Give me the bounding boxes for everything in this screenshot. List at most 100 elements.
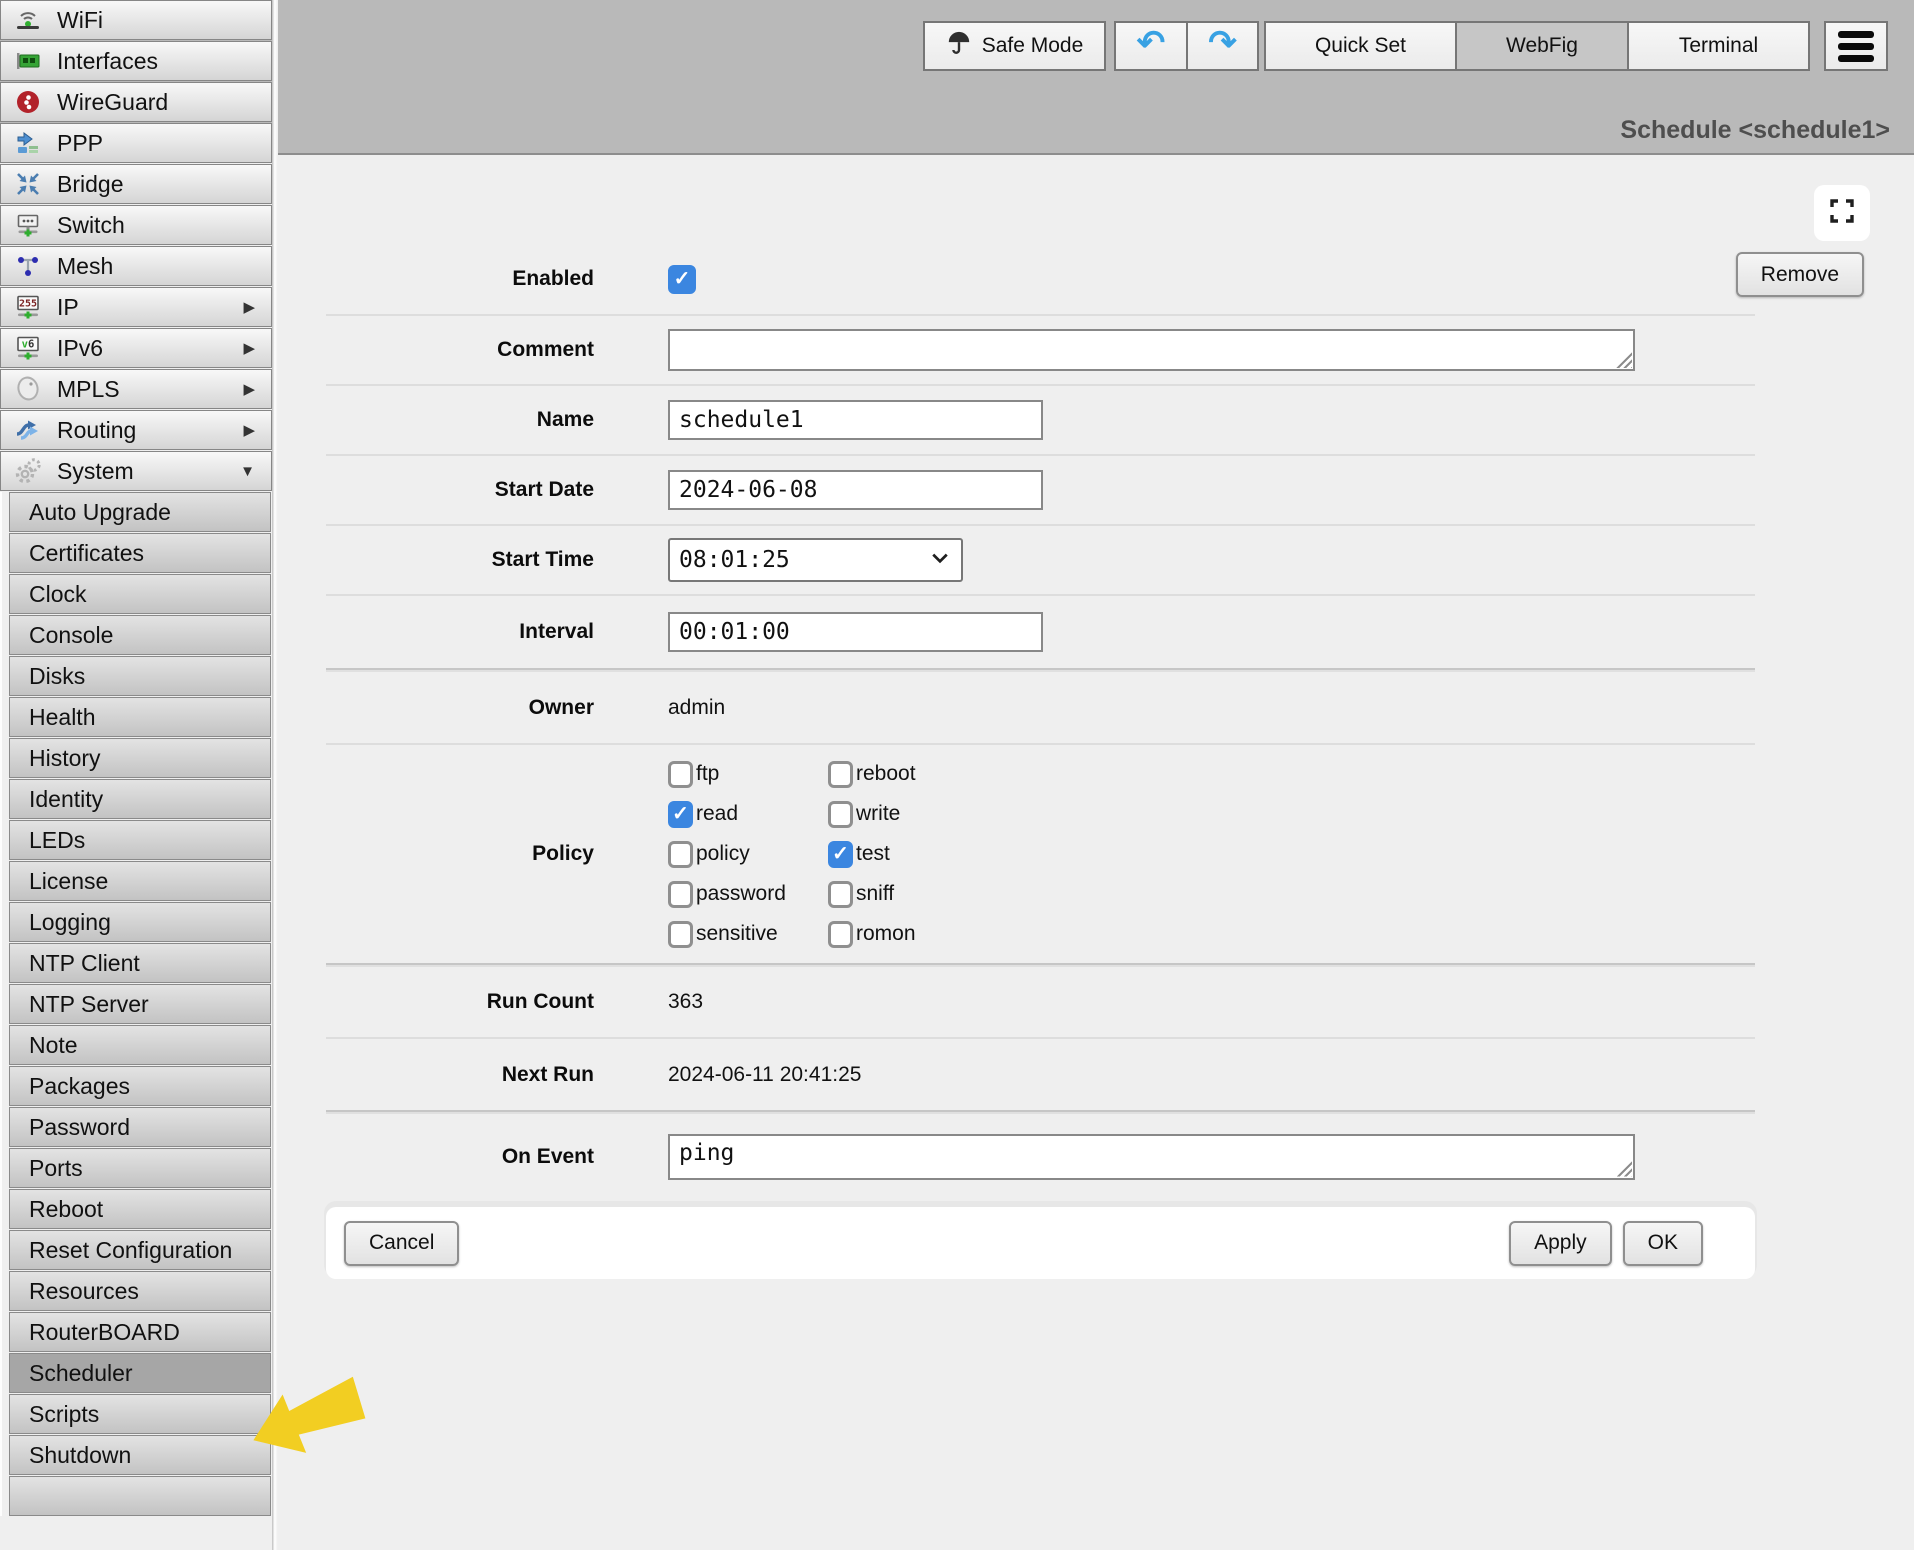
next-run-value: 2024-06-11 20:41:25	[668, 1063, 861, 1087]
policy-label: Policy	[326, 842, 594, 866]
sidebar-item-reset-configuration[interactable]: Reset Configuration	[9, 1230, 271, 1270]
enabled-checkbox[interactable]	[668, 265, 696, 294]
ppp-icon	[14, 129, 42, 157]
redo-icon: ↷	[1208, 26, 1237, 60]
tab-terminal[interactable]: Terminal	[1627, 21, 1810, 71]
redo-button[interactable]: ↷	[1186, 21, 1259, 71]
interval-input[interactable]: 00:01:00	[668, 612, 1043, 652]
svg-text:v6: v6	[22, 339, 35, 351]
enabled-row: Enabled	[326, 244, 1755, 314]
start-date-input[interactable]: 2024-06-08	[668, 470, 1043, 510]
page-title: Schedule <schedule1>	[1620, 116, 1890, 145]
safe-mode-button[interactable]: Safe Mode	[923, 21, 1106, 71]
expand-right-icon: ▶	[243, 380, 263, 398]
owner-label: Owner	[326, 696, 594, 720]
sidebar-item-bridge[interactable]: Bridge	[0, 164, 272, 204]
start-date-row: Start Date 2024-06-08	[326, 454, 1755, 524]
tab-webfig[interactable]: WebFig	[1455, 21, 1629, 71]
routing-icon	[14, 416, 42, 444]
sidebar-item-routerboard[interactable]: RouterBOARD	[9, 1312, 271, 1352]
switch-icon	[14, 211, 42, 239]
sidebar-item-routing[interactable]: Routing ▶	[0, 410, 272, 450]
safe-mode-label: Safe Mode	[982, 34, 1084, 58]
sidebar-item-partial[interactable]	[9, 1476, 271, 1516]
sidebar-item-ip[interactable]: 255 IP ▶	[0, 287, 272, 327]
policy-checkbox-reboot[interactable]	[828, 761, 853, 788]
policy-checkbox-sensitive[interactable]	[668, 921, 693, 948]
start-time-select[interactable]: 08:01:25	[668, 538, 963, 582]
sidebar-item-health[interactable]: Health	[9, 697, 271, 737]
sidebar-item-auto-upgrade[interactable]: Auto Upgrade	[9, 492, 271, 532]
on-event-label: On Event	[326, 1145, 594, 1169]
comment-label: Comment	[326, 338, 594, 362]
sidebar-item-note[interactable]: Note	[9, 1025, 271, 1065]
policy-checkbox-write[interactable]	[828, 801, 853, 828]
policy-checkbox-read[interactable]	[668, 801, 693, 828]
sidebar-item-certificates[interactable]: Certificates	[9, 533, 271, 573]
sidebar-item-interfaces[interactable]: Interfaces	[0, 41, 272, 81]
sidebar-item-mesh[interactable]: Mesh	[0, 246, 272, 286]
owner-value: admin	[668, 696, 725, 720]
sidebar-item-ntp-server[interactable]: NTP Server	[9, 984, 271, 1024]
policy-checkbox-password[interactable]	[668, 881, 693, 908]
next-run-label: Next Run	[326, 1063, 594, 1087]
policy-checkbox-romon[interactable]	[828, 921, 853, 948]
policy-checkbox-sniff[interactable]	[828, 881, 853, 908]
sidebar-item-scripts[interactable]: Scripts	[9, 1394, 271, 1434]
sidebar-item-scheduler[interactable]: Scheduler	[9, 1353, 271, 1393]
sidebar-item-resources[interactable]: Resources	[9, 1271, 271, 1311]
fullscreen-button[interactable]	[1814, 185, 1870, 241]
remove-button[interactable]: Remove	[1736, 252, 1864, 297]
sidebar-item-ppp[interactable]: PPP	[0, 123, 272, 163]
apply-button[interactable]: Apply	[1509, 1221, 1612, 1266]
tab-quick-set[interactable]: Quick Set	[1264, 21, 1457, 71]
sidebar-item-reboot[interactable]: Reboot	[9, 1189, 271, 1229]
sidebar-item-wifi[interactable]: WiFi	[0, 0, 272, 40]
system-submenu: Auto Upgrade Certificates Clock Console …	[0, 492, 272, 1516]
sidebar-item-system[interactable]: System ▼	[0, 451, 272, 491]
sidebar-item-switch[interactable]: Switch	[0, 205, 272, 245]
run-count-row: Run Count 363	[326, 967, 1755, 1037]
interval-label: Interval	[326, 620, 594, 644]
on-event-row: On Event ping	[326, 1114, 1755, 1199]
name-input[interactable]: schedule1	[668, 400, 1043, 440]
sidebar-item-mpls[interactable]: MPLS ▶	[0, 369, 272, 409]
sidebar-item-clock[interactable]: Clock	[9, 574, 271, 614]
policy-checkbox-ftp[interactable]	[668, 761, 693, 788]
sidebar-item-ports[interactable]: Ports	[9, 1148, 271, 1188]
sidebar-item-disks[interactable]: Disks	[9, 656, 271, 696]
sidebar-item-identity[interactable]: Identity	[9, 779, 271, 819]
ip-icon: 255	[14, 293, 42, 321]
policy-checkbox-test[interactable]	[828, 841, 853, 868]
sidebar-menu: WiFi Interfaces WireGuard PPP Bridge Swi…	[0, 0, 272, 1550]
owner-row: Owner admin	[326, 672, 1755, 743]
sidebar-item-ntp-client[interactable]: NTP Client	[9, 943, 271, 983]
sidebar-item-leds[interactable]: LEDs	[9, 820, 271, 860]
mpls-icon	[14, 375, 42, 403]
comment-input[interactable]	[668, 329, 1635, 371]
on-event-input[interactable]: ping	[668, 1134, 1635, 1180]
sidebar-item-shutdown[interactable]: Shutdown	[9, 1435, 271, 1475]
sidebar-item-wireguard[interactable]: WireGuard	[0, 82, 272, 122]
sidebar-item-password[interactable]: Password	[9, 1107, 271, 1147]
wireguard-icon	[14, 88, 42, 116]
sidebar-item-packages[interactable]: Packages	[9, 1066, 271, 1106]
menu-button[interactable]	[1824, 21, 1888, 71]
sidebar-item-license[interactable]: License	[9, 861, 271, 901]
cancel-button[interactable]: Cancel	[344, 1221, 459, 1266]
undo-button[interactable]: ↶	[1114, 21, 1188, 71]
sidebar-item-ipv6[interactable]: v6 IPv6 ▶	[0, 328, 272, 368]
resize-grip-icon[interactable]	[1615, 351, 1632, 368]
name-row: Name schedule1	[326, 384, 1755, 454]
schedule-form: Enabled Comment Name schedule1 Start Dat…	[326, 244, 1755, 1199]
ok-button[interactable]: OK	[1623, 1221, 1703, 1266]
sidebar-item-logging[interactable]: Logging	[9, 902, 271, 942]
mesh-icon	[14, 252, 42, 280]
wifi-icon	[14, 6, 42, 34]
run-count-value: 363	[668, 990, 703, 1014]
resize-grip-icon[interactable]	[1615, 1160, 1632, 1177]
policy-checkbox-policy[interactable]	[668, 841, 693, 868]
sidebar-item-console[interactable]: Console	[9, 615, 271, 655]
start-time-label: Start Time	[326, 548, 594, 572]
sidebar-item-history[interactable]: History	[9, 738, 271, 778]
